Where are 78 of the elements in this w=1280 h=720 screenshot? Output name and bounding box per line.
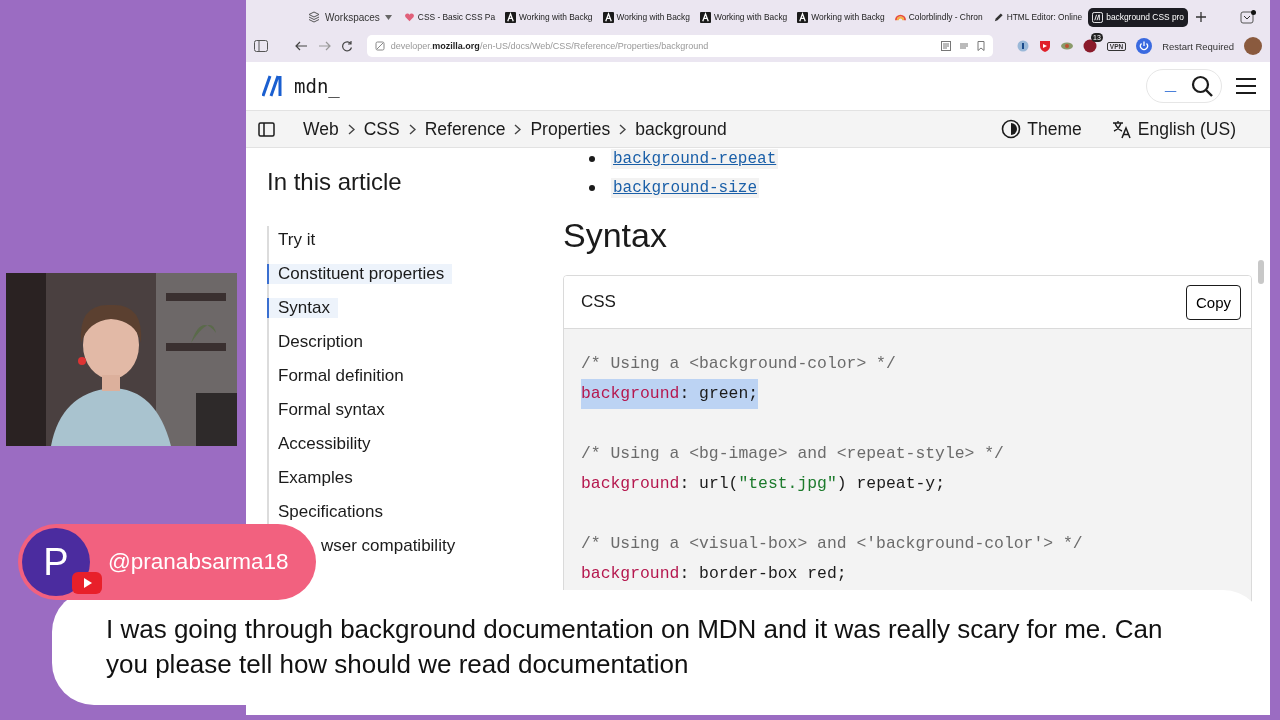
toc-link[interactable]: Constituent properties <box>267 264 453 284</box>
browser-tab[interactable]: Working with Backg <box>695 7 792 27</box>
breadcrumb-link[interactable]: Reference <box>424 118 506 140</box>
toc-link[interactable]: Formal definition <box>267 366 412 386</box>
browser-tab[interactable]: HTML Editor: Online <box>988 7 1087 27</box>
browser-tab[interactable]: background CSS pro <box>1088 7 1188 27</box>
scrollbar[interactable] <box>1258 260 1264 284</box>
code-line: /* Using a <visual-box> and <'background-color'> */ <box>581 533 1083 555</box>
language-button[interactable]: English (US) <box>1111 118 1236 140</box>
code-line: background: url("test.jpg") repeat-y; <box>581 473 945 495</box>
letter-a-icon <box>505 11 517 23</box>
letter-a-icon <box>797 11 809 23</box>
browser-tab[interactable]: Working with Backg <box>501 7 597 27</box>
heart-icon <box>403 11 415 23</box>
chevron-icon <box>408 123 416 135</box>
toc-link[interactable]: Examples <box>267 468 361 488</box>
toc-link[interactable]: Description <box>267 332 372 352</box>
browser-tab[interactable]: Working with Backg <box>598 7 694 27</box>
bullet-icon <box>589 185 595 191</box>
browser-tab[interactable]: CSS - Basic CSS Pa <box>399 7 500 27</box>
restart-button[interactable]: Restart Required <box>1162 40 1234 52</box>
browser-tab[interactable]: Working with Backg <box>793 7 889 27</box>
reader-icon[interactable] <box>940 41 951 51</box>
extension-icon[interactable] <box>1082 39 1097 53</box>
breadcrumb-link[interactable]: background <box>635 118 727 140</box>
menu-icon[interactable] <box>1236 78 1256 94</box>
code-link[interactable]: background-size <box>611 178 760 198</box>
toc-link[interactable]: Syntax <box>267 298 338 318</box>
toc-link[interactable]: wser compatibility <box>319 536 464 556</box>
chevron-icon <box>347 123 355 135</box>
letter-a-icon <box>602 11 614 23</box>
back-arrow-icon[interactable] <box>294 41 308 51</box>
workspaces-button[interactable]: Workspaces <box>302 11 398 23</box>
sidebar-toggle-icon[interactable] <box>258 121 275 137</box>
address-field[interactable]: developer.mozilla.org/en-US/docs/Web/CSS/Reference/Properties/background <box>366 35 993 57</box>
toc-link[interactable]: Accessibility <box>267 434 379 454</box>
bookmark-icon[interactable] <box>976 41 985 51</box>
chevron-icon <box>619 123 627 135</box>
theme-button[interactable]: Theme <box>1001 118 1082 140</box>
breadcrumb-link[interactable]: Properties <box>530 118 611 140</box>
search-button[interactable]: _ <box>1146 69 1222 103</box>
comment-text: I was going through background documentation on MDN and it was really scary for me. Can you please tell how should we read documentation <box>106 613 1164 681</box>
bullet-icon <box>589 156 595 162</box>
mdn-logo[interactable]: mdn_ <box>262 75 340 97</box>
power-icon[interactable] <box>1136 38 1153 54</box>
author-avatar: P <box>22 528 90 596</box>
toc-title: In this article <box>267 168 403 196</box>
section-heading: Syntax <box>563 216 668 255</box>
copy-button[interactable]: Copy <box>1185 284 1241 320</box>
shield-icon[interactable] <box>1038 40 1051 52</box>
code-line: /* Using a <background-color> */ <box>581 353 896 375</box>
half-circle-icon <box>1001 119 1022 139</box>
layers-icon <box>308 11 320 23</box>
letter-a-icon <box>699 11 711 23</box>
avatar-icon[interactable] <box>1244 37 1262 55</box>
breadcrumb-link[interactable]: CSS <box>363 118 400 140</box>
chevron-icon <box>514 123 522 135</box>
code-line: background: border-box red; <box>581 563 847 585</box>
code-line: /* Using a <bg-image> and <repeat-style> */ <box>581 443 1004 465</box>
code-language: CSS <box>581 292 616 312</box>
code-link[interactable]: background-repeat <box>611 149 779 169</box>
play-icon <box>72 572 102 594</box>
toc-link[interactable]: Specifications <box>267 502 391 522</box>
reload-icon[interactable] <box>340 40 353 52</box>
site-info-icon[interactable] <box>374 41 385 51</box>
sidebar-toggle-icon[interactable] <box>254 40 268 52</box>
mdn-logo-icon <box>1092 11 1104 23</box>
toc-link[interactable]: Formal syntax <box>267 400 393 420</box>
pen-icon <box>992 11 1004 23</box>
caret-icon <box>384 14 392 20</box>
comment-author: @pranabsarma18 <box>108 549 289 575</box>
search-icon <box>1191 75 1213 97</box>
browser-tab[interactable]: Colorblindly - Chron <box>890 7 987 27</box>
translate-icon <box>1111 119 1132 139</box>
breadcrumb-link[interactable]: Web <box>303 118 339 140</box>
extension-icon[interactable] <box>1016 40 1029 52</box>
toc-link[interactable]: Try it <box>267 230 324 250</box>
eye-icon[interactable] <box>1060 42 1073 50</box>
